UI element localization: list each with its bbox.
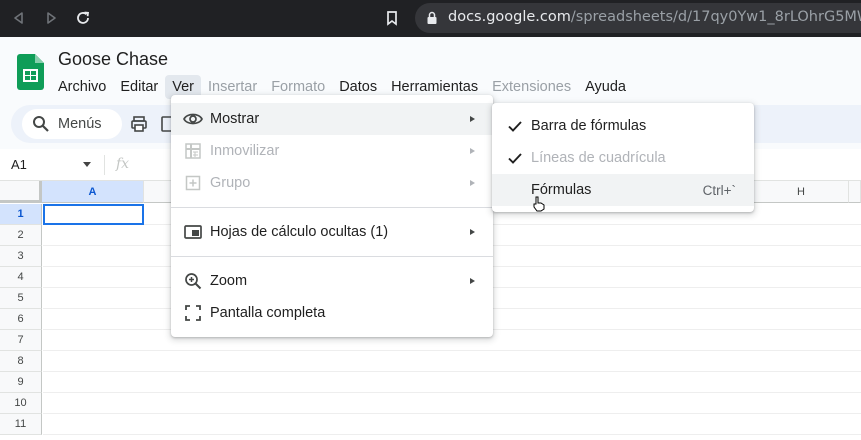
lock-icon xyxy=(426,11,438,30)
row-header-6[interactable]: 6 xyxy=(0,309,42,330)
menu-item-hojas-ocultas[interactable]: Hojas de cálculo ocultas (1) xyxy=(171,216,493,248)
row-header-2[interactable]: 2 xyxy=(0,225,42,246)
docs-header: Goose Chase Archivo Editar Ver Insertar Form… xyxy=(0,37,861,99)
menu-item-label: Hojas de cálculo ocultas (1) xyxy=(210,224,389,240)
grid-line xyxy=(43,434,861,435)
row-header-8[interactable]: 8 xyxy=(0,351,42,372)
menu-item-label: Grupo xyxy=(210,175,251,191)
group-icon xyxy=(183,173,203,193)
menu-item-barra-formulas[interactable]: Barra de fórmulas xyxy=(492,110,754,142)
menu-archivo[interactable]: Archivo xyxy=(51,75,113,99)
menu-item-pantalla-completa[interactable]: Pantalla completa xyxy=(171,297,493,329)
submenu-arrow-icon xyxy=(470,278,475,284)
checkmark-icon xyxy=(506,149,524,167)
row-header-9[interactable]: 9 xyxy=(0,372,42,393)
submenu-arrow-icon xyxy=(470,116,475,122)
submenu-arrow-icon xyxy=(470,148,475,154)
menu-item-inmovilizar: Inmovilizar xyxy=(171,135,493,167)
submenu-arrow-icon xyxy=(470,180,475,186)
menu-divider xyxy=(171,256,493,257)
column-header-i[interactable] xyxy=(849,181,861,203)
menu-item-zoom[interactable]: Zoom xyxy=(171,265,493,297)
back-icon[interactable] xyxy=(10,9,28,27)
row-header-11[interactable]: 11 xyxy=(0,414,42,435)
checkmark-icon xyxy=(506,117,524,135)
url-host: docs.google.com xyxy=(448,9,571,25)
search-menus-button[interactable]: Menús xyxy=(22,109,122,139)
search-menus-label: Menús xyxy=(58,116,102,132)
divider xyxy=(104,155,105,175)
column-header-h[interactable]: H xyxy=(753,181,849,203)
menu-ayuda[interactable]: Ayuda xyxy=(578,75,633,99)
print-icon[interactable] xyxy=(130,115,148,133)
menu-item-lineas-cuadricula: Líneas de cuadrícula xyxy=(492,142,754,174)
forward-icon[interactable] xyxy=(42,9,60,27)
menu-item-mostrar[interactable]: Mostrar xyxy=(171,103,493,135)
menu-editar[interactable]: Editar xyxy=(113,75,165,99)
reload-icon[interactable] xyxy=(74,9,92,27)
menu-item-label: Inmovilizar xyxy=(210,143,280,159)
menu-item-grupo: Grupo xyxy=(171,167,493,199)
fx-icon: fx xyxy=(116,156,130,172)
fullscreen-icon xyxy=(183,303,203,323)
grid-line xyxy=(43,350,861,351)
menu-item-label: Líneas de cuadrícula xyxy=(531,150,666,166)
bookmark-icon[interactable] xyxy=(383,9,401,27)
zoom-icon xyxy=(183,271,203,291)
name-box[interactable]: A1 xyxy=(11,157,27,172)
select-all-corner[interactable] xyxy=(0,181,42,203)
sheets-logo-icon[interactable] xyxy=(17,54,44,90)
view-menu: Mostrar Inmovilizar Grupo Hojas de cálcu… xyxy=(171,95,493,337)
column-header-b[interactable] xyxy=(144,181,172,203)
grid-line xyxy=(43,392,861,393)
grid-line xyxy=(43,413,861,414)
eye-icon xyxy=(183,109,203,129)
row-header-7[interactable]: 7 xyxy=(0,330,42,351)
url-text: docs.google.com/spreadsheets/d/17qy0Yw1_… xyxy=(448,9,861,25)
submenu-arrow-icon xyxy=(470,229,475,235)
selected-cell-a1[interactable] xyxy=(43,204,144,225)
menu-item-label: Zoom xyxy=(210,273,248,289)
row-header-5[interactable]: 5 xyxy=(0,288,42,309)
shortcut-label: Ctrl+` xyxy=(702,182,736,198)
menu-item-label: Pantalla completa xyxy=(210,305,326,321)
row-header-3[interactable]: 3 xyxy=(0,246,42,267)
row-header-4[interactable]: 4 xyxy=(0,267,42,288)
grid-line xyxy=(43,371,861,372)
chevron-down-icon[interactable] xyxy=(83,162,91,167)
hidden-sheets-icon xyxy=(183,222,203,242)
browser-toolbar: docs.google.com/spreadsheets/d/17qy0Yw1_… xyxy=(0,0,861,37)
paint-format-icon[interactable] xyxy=(160,115,171,133)
row-header-1[interactable]: 1 xyxy=(0,204,42,225)
menu-divider xyxy=(171,207,493,208)
search-icon xyxy=(32,115,50,133)
menu-item-label: Mostrar xyxy=(210,111,260,127)
document-title[interactable]: Goose Chase xyxy=(58,49,168,70)
url-path: /spreadsheets/d/17qy0Yw1_8rLOhrG5MW xyxy=(570,9,861,25)
row-header-10[interactable]: 10 xyxy=(0,393,42,414)
column-header-a[interactable]: A xyxy=(42,181,144,203)
hand-cursor-icon xyxy=(532,196,546,212)
menu-item-label: Barra de fórmulas xyxy=(531,118,647,134)
freeze-icon xyxy=(183,141,203,161)
menu-extensiones: Extensiones xyxy=(492,79,572,95)
